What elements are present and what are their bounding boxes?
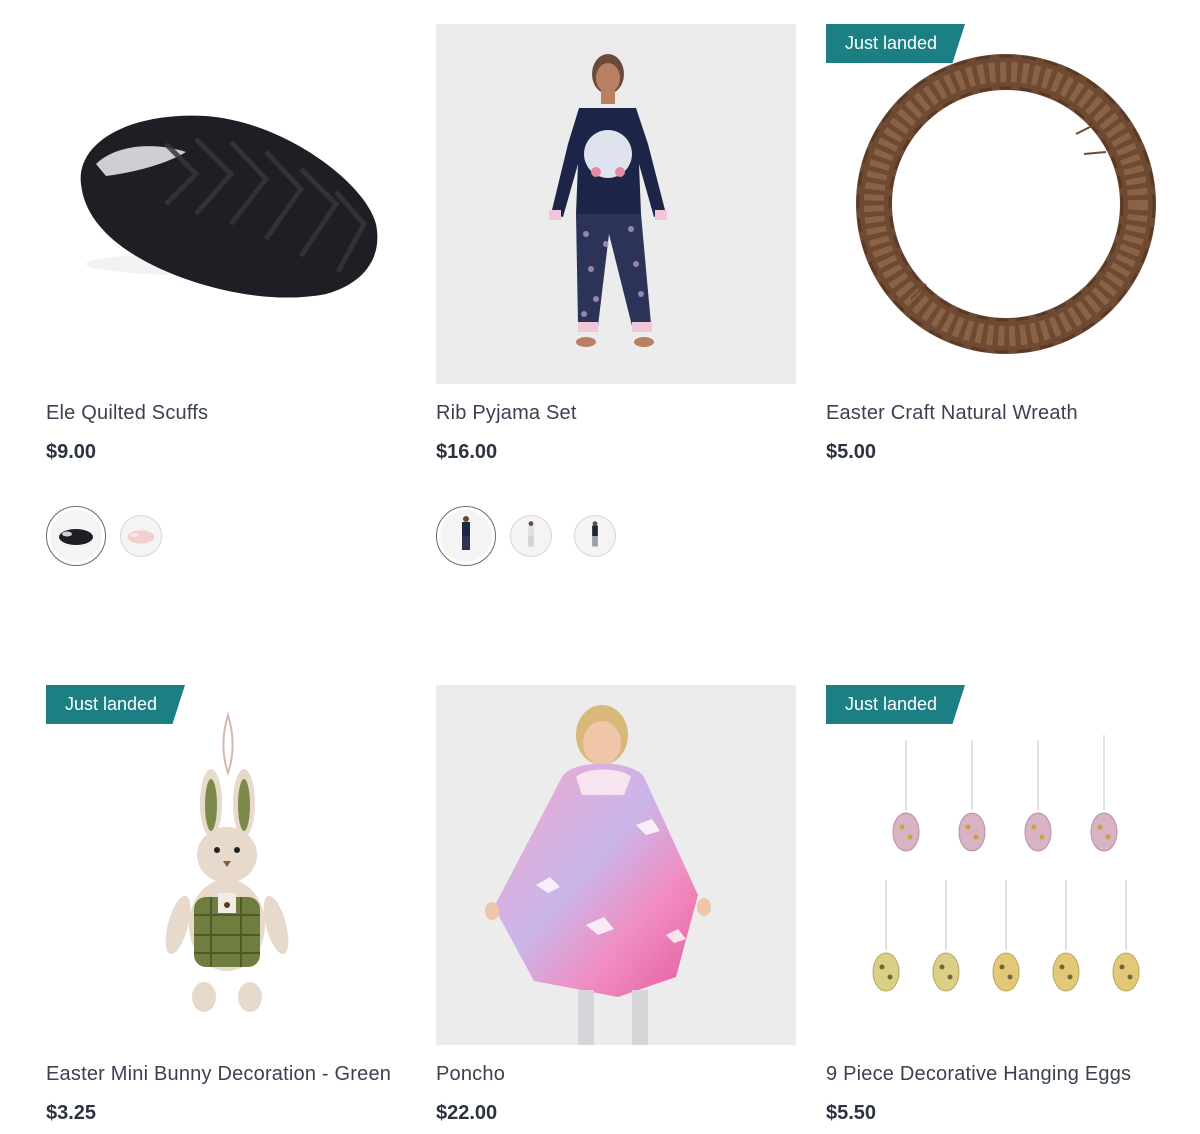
product-card[interactable]: Just landed Easter Craft Natural Wreath … [826, 24, 1186, 464]
color-swatches [46, 506, 184, 566]
swatch-pyjama-navy-icon [462, 516, 470, 550]
product-image[interactable] [46, 24, 406, 384]
swatch-black-print[interactable] [574, 515, 616, 557]
bunny-image [165, 711, 289, 1012]
swatch-white[interactable] [510, 515, 552, 557]
swatch-pink[interactable] [120, 515, 162, 557]
product-image[interactable]: Just landed [826, 24, 1186, 384]
product-title[interactable]: Poncho [436, 1062, 796, 1086]
pyjama-girl-image [436, 24, 796, 384]
product-image[interactable]: Just landed [826, 685, 1186, 1045]
product-card[interactable]: Just landed 9 Piece Decorative Hanging E… [826, 685, 1186, 1125]
swatch-pyjama-black-icon [592, 521, 598, 547]
product-price: $9.00 [46, 441, 97, 463]
swatch-slipper-black-icon [59, 529, 93, 545]
swatch-navy[interactable] [436, 506, 496, 566]
product-image[interactable]: Just landed [46, 685, 406, 1045]
product-price: $5.50 [826, 1102, 877, 1124]
product-card[interactable]: Rib Pyjama Set $16.00 [436, 24, 796, 464]
color-swatches [436, 506, 638, 566]
product-title[interactable]: 9 Piece Decorative Hanging Eggs [826, 1062, 1186, 1086]
product-card[interactable]: Poncho $22.00 [436, 685, 796, 1125]
product-card[interactable]: Ele Quilted Scuffs $9.00 [46, 24, 406, 464]
wreath-image [856, 54, 1156, 354]
just-landed-badge: Just landed [46, 685, 185, 724]
product-title[interactable]: Easter Craft Natural Wreath [826, 401, 1186, 425]
product-image[interactable] [436, 24, 796, 384]
swatch-black[interactable] [46, 506, 106, 566]
product-price: $22.00 [436, 1102, 498, 1124]
product-price: $16.00 [436, 441, 498, 463]
swatch-slipper-pink-icon [127, 530, 155, 544]
product-price: $3.25 [46, 1102, 97, 1124]
product-price: $5.00 [826, 441, 877, 463]
poncho-girl-image [436, 685, 796, 1045]
product-image[interactable] [436, 685, 796, 1045]
slipper-image [80, 115, 378, 298]
just-landed-badge: Just landed [826, 24, 965, 63]
product-title[interactable]: Rib Pyjama Set [436, 401, 796, 425]
product-card[interactable]: Just landed Easter Mini Bunny Decoration… [46, 685, 406, 1125]
just-landed-badge: Just landed [826, 685, 965, 724]
hanging-eggs-image [872, 735, 1140, 992]
swatch-pyjama-white-icon [528, 521, 534, 547]
product-title[interactable]: Ele Quilted Scuffs [46, 401, 406, 425]
product-title[interactable]: Easter Mini Bunny Decoration - Green [46, 1062, 406, 1086]
